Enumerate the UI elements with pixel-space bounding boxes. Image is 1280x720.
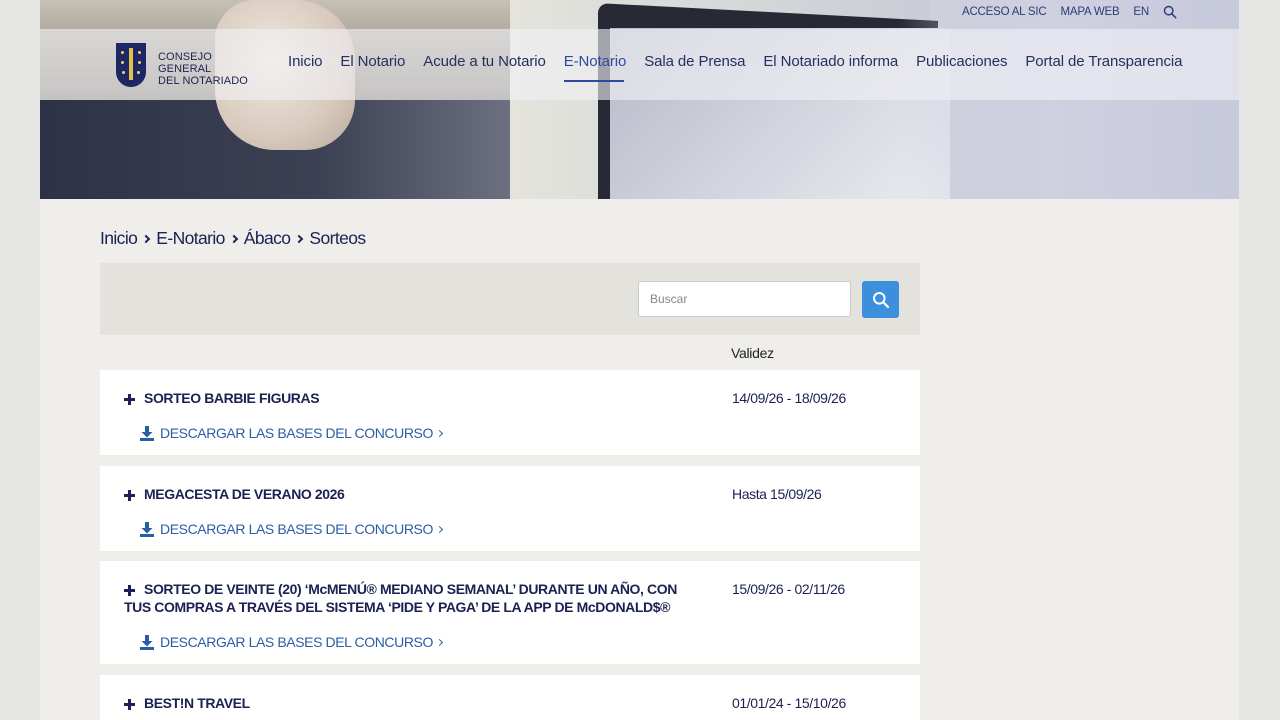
raffle-title[interactable]: BEST!N TRAVEL [124, 695, 694, 713]
raffle-title[interactable]: SORTEO DE VEINTE (20) ‘McMENÚ® MEDIANO S… [124, 581, 694, 617]
filter-bar [100, 263, 920, 335]
raffle-title[interactable]: SORTEO BARBIE FIGURAS [124, 390, 694, 408]
search-button[interactable] [862, 281, 899, 318]
validity-date: 14/09/26 - 18/09/26 [732, 390, 846, 406]
chevron-right-icon [435, 429, 444, 438]
chevron-right-icon [295, 234, 304, 243]
list-item: MEGACESTA DE VERANO 2026 Hasta 15/09/26 … [100, 466, 920, 551]
nav-acude-a-tu-notario[interactable]: Acude a tu Notario [423, 53, 546, 70]
chevron-right-icon [142, 234, 151, 243]
plus-icon[interactable] [124, 490, 135, 501]
nav-inicio[interactable]: Inicio [288, 53, 323, 70]
search-icon [872, 291, 889, 308]
hero-banner: ACCESO AL SIC MAPA WEB EN CONSEJO GENERA… [40, 0, 1239, 199]
nav-e-notario[interactable]: E-Notario [563, 53, 626, 82]
plus-icon[interactable] [124, 394, 135, 405]
search-input[interactable] [638, 281, 851, 317]
validity-date: Hasta 15/09/26 [732, 486, 822, 502]
list-item: BEST!N TRAVEL 01/01/24 - 15/10/26 [100, 675, 920, 720]
list-item: SORTEO DE VEINTE (20) ‘McMENÚ® MEDIANO S… [100, 561, 920, 664]
chevron-right-icon [229, 234, 239, 243]
logo[interactable]: CONSEJO GENERAL DEL NOTARIADO [116, 37, 266, 93]
breadcrumb-inicio[interactable]: Inicio [100, 228, 138, 249]
language-en-link[interactable]: EN [1133, 6, 1149, 18]
download-rules-link[interactable]: DESCARGAR LAS BASES DEL CONCURSO [140, 425, 444, 441]
download-rules-link[interactable]: DESCARGAR LAS BASES DEL CONCURSO [140, 521, 444, 537]
utility-nav: ACCESO AL SIC MAPA WEB EN [962, 5, 1177, 19]
validity-date: 15/09/26 - 02/11/26 [732, 581, 845, 597]
breadcrumb-abaco[interactable]: Ábaco [244, 228, 291, 249]
main-menu: Inicio El Notario Acude a tu Notario E-N… [288, 53, 1200, 82]
nav-portal-de-transparencia[interactable]: Portal de Transparencia [1025, 53, 1182, 70]
raffle-title[interactable]: MEGACESTA DE VERANO 2026 [124, 486, 694, 504]
nav-sala-de-prensa[interactable]: Sala de Prensa [644, 53, 745, 70]
breadcrumb: Inicio E-Notario Ábaco Sorteos [100, 228, 366, 249]
validity-column-header: Validez [731, 345, 774, 361]
plus-icon[interactable] [124, 585, 135, 596]
validity-date: 01/01/24 - 15/10/26 [732, 695, 846, 711]
breadcrumb-current: Sorteos [309, 228, 366, 248]
download-icon [140, 634, 154, 650]
mapa-web-link[interactable]: MAPA WEB [1061, 6, 1120, 18]
chevron-right-icon [435, 638, 444, 647]
search-icon[interactable] [1163, 5, 1177, 19]
emblem-icon [116, 43, 146, 87]
nav-publicaciones[interactable]: Publicaciones [916, 53, 1007, 70]
list-item: SORTEO BARBIE FIGURAS 14/09/26 - 18/09/2… [100, 370, 920, 455]
main-navbar: CONSEJO GENERAL DEL NOTARIADO Inicio El … [40, 29, 1239, 100]
download-icon [140, 425, 154, 441]
nav-el-notario[interactable]: El Notario [340, 53, 405, 70]
plus-icon[interactable] [124, 699, 135, 710]
chevron-right-icon [435, 525, 444, 534]
page: ACCESO AL SIC MAPA WEB EN CONSEJO GENERA… [40, 0, 1239, 720]
acceso-sic-link[interactable]: ACCESO AL SIC [962, 6, 1047, 18]
download-rules-link[interactable]: DESCARGAR LAS BASES DEL CONCURSO [140, 634, 444, 650]
breadcrumb-e-notario[interactable]: E-Notario [156, 228, 225, 249]
download-icon [140, 521, 154, 537]
nav-el-notariado-informa[interactable]: El Notariado informa [763, 53, 898, 70]
logo-text: CONSEJO GENERAL DEL NOTARIADO [158, 51, 248, 87]
